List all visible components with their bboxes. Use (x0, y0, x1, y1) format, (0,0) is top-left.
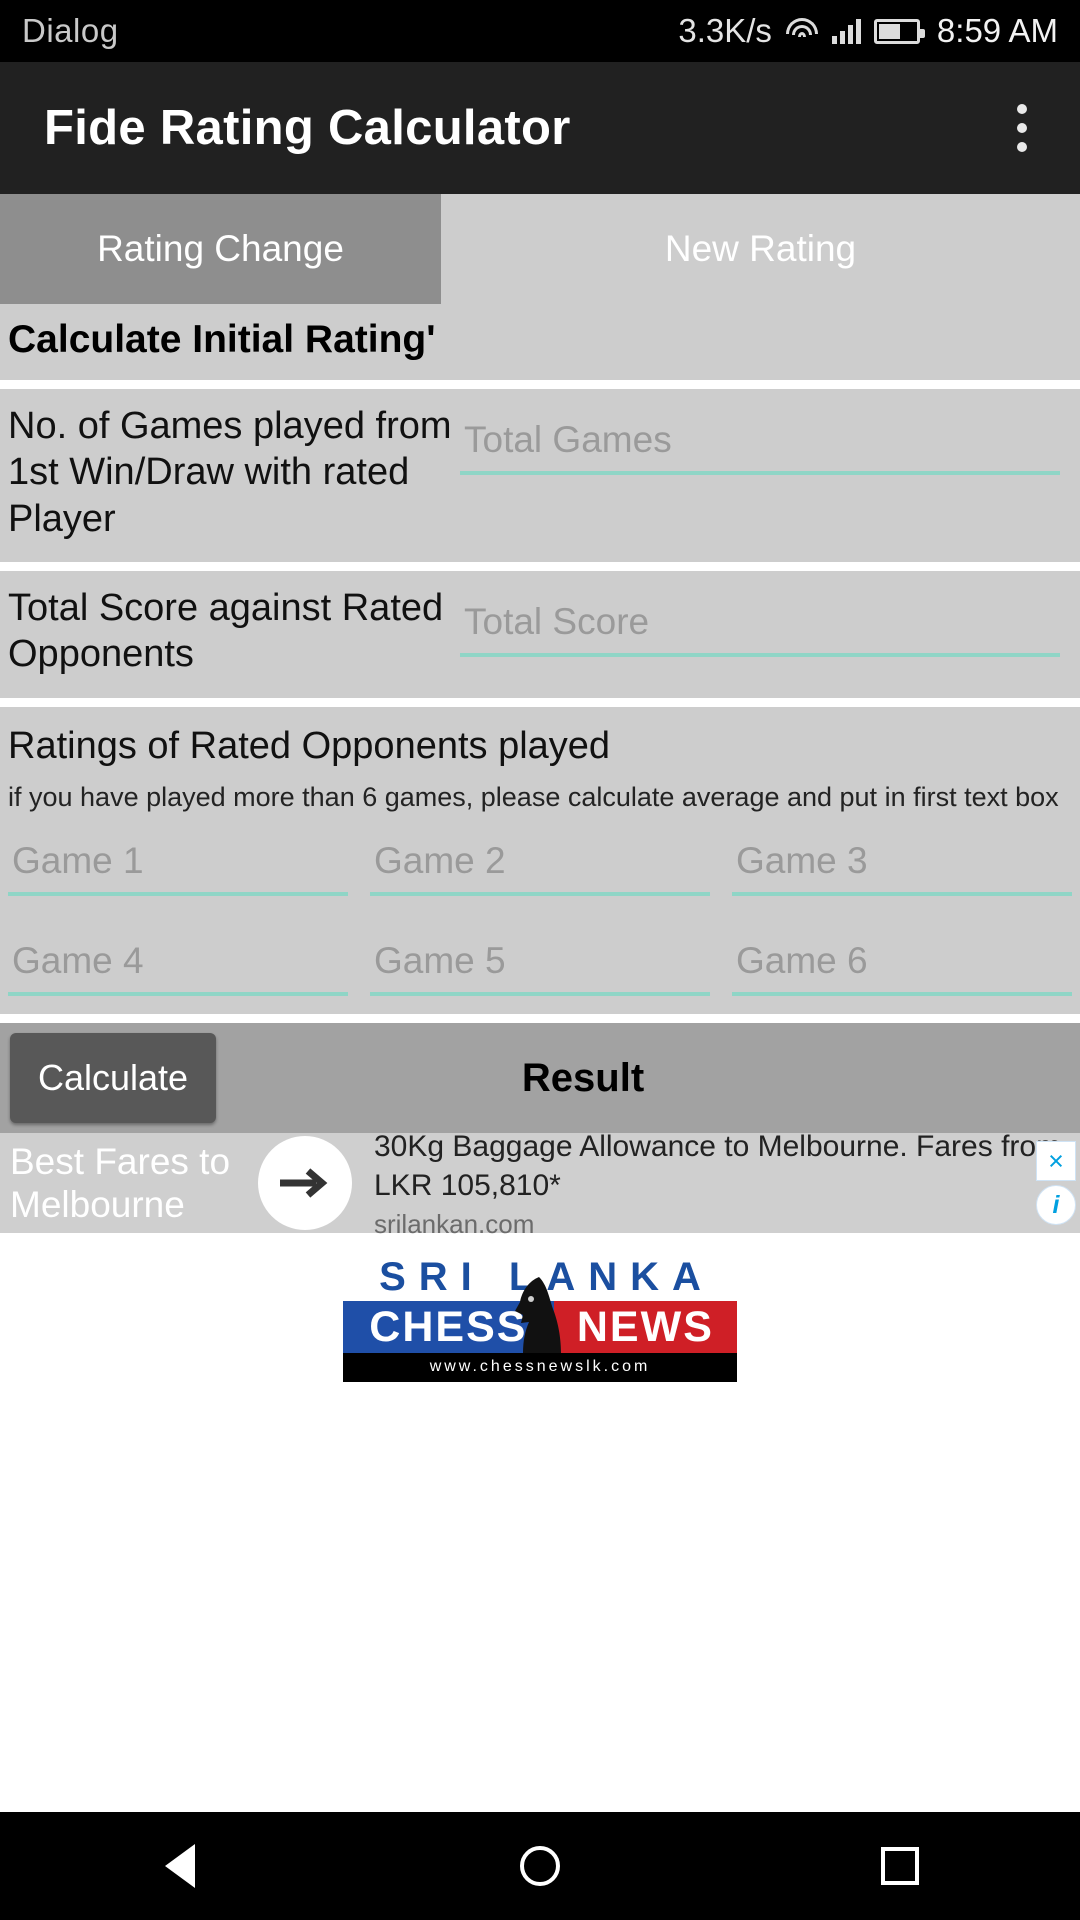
action-bar: Calculate Result (0, 1023, 1080, 1134)
total-score-input[interactable]: Total Score (460, 595, 1060, 658)
arrow-right-icon[interactable] (258, 1136, 352, 1231)
opponents-card: Ratings of Rated Opponents played if you… (0, 706, 1080, 1015)
game-3-cell: Game 3 (732, 834, 1072, 897)
overflow-menu-icon[interactable] (1008, 94, 1036, 162)
game-2-cell: Game 2 (370, 834, 710, 897)
logo-url-bar: www.chessnewslk.com (343, 1353, 737, 1383)
game-2-input[interactable]: Game 2 (370, 834, 710, 897)
opponents-title: Ratings of Rated Opponents played (8, 724, 611, 767)
game-6-cell: Game 6 (732, 934, 1072, 997)
android-nav-bar (0, 1812, 1080, 1920)
section-header-card: Calculate Initial Rating' (0, 304, 1080, 380)
ad-text-block: 30Kg Baggage Allowance to Melbourne. Far… (358, 1127, 1080, 1240)
info-icon[interactable]: i (1036, 1185, 1076, 1226)
wifi-icon (785, 18, 819, 44)
divider (0, 562, 1080, 572)
total-games-input[interactable]: Total Games (460, 413, 1060, 475)
close-icon[interactable]: × (1036, 1141, 1076, 1182)
tab-new-rating[interactable]: New Rating (441, 194, 1080, 304)
opponents-grid-row-2: Game 4 Game 5 Game 6 (0, 914, 1080, 1014)
tab-bar: Rating Change New Rating (0, 194, 1080, 304)
chess-news-logo: SRI LANKA CHESS NEWS www.chessnewslk.com (343, 1257, 737, 1383)
battery-icon (873, 18, 925, 44)
game-3-input[interactable]: Game 3 (732, 834, 1072, 897)
total-games-card: No. of Games played from 1st Win/Draw wi… (0, 389, 1080, 563)
ad-headline: 30Kg Baggage Allowance to Melbourne. Far… (374, 1129, 1062, 1202)
total-score-card: Total Score against Rated Opponents Tota… (0, 571, 1080, 698)
signal-icon (831, 18, 861, 44)
game-4-input[interactable]: Game 4 (8, 934, 348, 997)
ad-url: srilankan.com (374, 1208, 535, 1239)
tab-label: Rating Change (97, 228, 344, 269)
game-4-cell: Game 4 (8, 934, 348, 997)
total-games-field-wrap: Total Games (460, 403, 1072, 475)
status-carrier-label: Dialog (22, 12, 119, 49)
total-games-label: No. of Games played from 1st Win/Draw wi… (8, 405, 452, 540)
overflow-dot (1017, 123, 1027, 133)
knight-icon (515, 1277, 561, 1354)
ad-overlay-headline: Best Fares to Melbourne (10, 1140, 231, 1226)
game-5-input[interactable]: Game 5 (370, 934, 710, 997)
calculate-button[interactable]: Calculate (10, 1033, 217, 1124)
divider (0, 380, 1080, 389)
app-screen: Dialog 3.3K/s 8:59 AM Fide Rating Calcul… (0, 0, 1080, 1920)
game-1-cell: Game 1 (8, 834, 348, 897)
app-bar: Fide Rating Calculator (0, 62, 1080, 194)
opponents-hint: if you have played more than 6 games, pl… (8, 781, 1059, 812)
ad-controls: × i (1036, 1133, 1076, 1233)
tab-label: New Rating (664, 228, 857, 269)
status-clock: 8:59 AM (936, 12, 1058, 49)
section-title: Calculate Initial Rating' (8, 318, 436, 361)
divider (0, 697, 1080, 707)
status-indicators: 3.3K/s 8:59 AM (678, 12, 1058, 50)
opponents-grid-row-1: Game 1 Game 2 Game 3 (0, 834, 1080, 914)
logo-news-text: NEWS (553, 1301, 737, 1354)
total-score-label: Total Score against Rated Opponents (8, 587, 444, 676)
tab-rating-change[interactable]: Rating Change (0, 194, 441, 304)
ad-banner[interactable]: Best Fares to Melbourne 30Kg Baggage All… (0, 1130, 1080, 1239)
overflow-dot (1017, 142, 1027, 152)
result-label: Result (521, 1055, 645, 1100)
game-5-cell: Game 5 (370, 934, 710, 997)
status-data-speed: 3.3K/s (678, 12, 772, 49)
status-bar: Dialog 3.3K/s 8:59 AM (0, 0, 1080, 62)
logo-middle-band: CHESS NEWS (343, 1277, 737, 1354)
home-circle-icon[interactable] (480, 1812, 600, 1920)
game-1-input[interactable]: Game 1 (8, 834, 348, 897)
logo-area: SRI LANKA CHESS NEWS www.chessnewslk.com (0, 1233, 1080, 1383)
recents-square-icon[interactable] (840, 1812, 960, 1920)
form-content: Calculate Initial Rating' No. of Games p… (0, 304, 1080, 1383)
overflow-dot (1017, 104, 1027, 114)
page-title: Fide Rating Calculator (44, 101, 571, 155)
total-games-row: No. of Games played from 1st Win/Draw wi… (0, 389, 1080, 562)
total-score-field-wrap: Total Score (460, 585, 1072, 658)
back-triangle-icon[interactable] (120, 1812, 240, 1920)
game-6-input[interactable]: Game 6 (732, 934, 1072, 997)
total-score-row: Total Score against Rated Opponents Tota… (0, 571, 1080, 698)
